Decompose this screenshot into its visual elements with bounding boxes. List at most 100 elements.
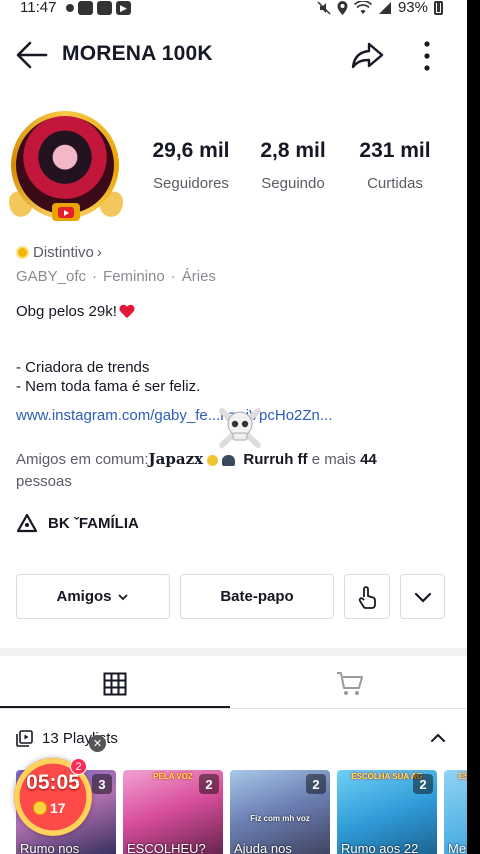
followers-label: Seguidores (153, 175, 229, 192)
playlist-count: 2 (306, 774, 326, 794)
likes-label: Curtidas (367, 175, 423, 192)
playlist-card[interactable]: ES Me (444, 770, 467, 854)
bio-line: Obg pelos 29k! (16, 303, 135, 320)
mutual-friends[interactable]: Amigos em comum:Japazx Rurruh ff e mais … (16, 448, 416, 493)
chevron-down-icon (117, 593, 128, 600)
playlist-card[interactable]: Fiz com mh voz 2 Ajuda nos (230, 770, 330, 854)
playlist-caption: Rumo aos 22 (341, 841, 419, 854)
playlist-top-text: Fiz com mh voz (250, 814, 310, 823)
bio-text: - Criadora de trends (16, 359, 150, 376)
gallery-notification-icon (78, 1, 93, 15)
tab-videos[interactable] (0, 660, 230, 708)
badge-link[interactable]: Distintivo › (16, 244, 102, 261)
notification-dot-icon (66, 4, 74, 12)
battery-icon (434, 0, 443, 15)
section-divider (0, 648, 467, 656)
playlist-caption: Me (448, 841, 467, 854)
mute-icon (317, 0, 331, 15)
playlist-count: 2 (199, 774, 219, 794)
playlist-caption: ESCOLHEU? (127, 841, 206, 854)
chevron-right-icon: › (96, 244, 102, 261)
timer-coins: 17 (33, 800, 66, 816)
close-overlay-icon[interactable]: ✕ (89, 735, 106, 752)
mutual-friend-name: Rurruh ff (243, 451, 308, 468)
profile-header: MORENA 100K (0, 30, 467, 80)
meta-separator: · (170, 268, 176, 285)
more-options-button[interactable] (413, 38, 441, 74)
bio-text: Obg pelos 29k! (16, 303, 117, 320)
mutual-friends-prefix: Amigos em comum: (16, 451, 149, 468)
following-label: Seguindo (261, 175, 325, 192)
mutual-friends-suffix: pessoas (16, 473, 72, 490)
playlist-top-text: ES (458, 772, 467, 781)
following-count: 2,8 mil (260, 139, 326, 162)
playlists-title: 13 Playlists (42, 730, 118, 747)
timer-coin-count: 17 (50, 800, 66, 816)
grid-icon (103, 672, 127, 696)
medal-icon (207, 454, 219, 466)
status-time: 11:47 (20, 0, 57, 16)
play-notification-icon: ▶ (116, 1, 131, 15)
live-badge-icon (52, 203, 80, 221)
playlist-count: 2 (413, 774, 433, 794)
poke-button[interactable] (344, 574, 390, 619)
chevron-up-icon[interactable] (428, 729, 448, 747)
group-chip[interactable]: BK ˇFAMÍLIA (16, 513, 139, 533)
coin-icon (33, 801, 47, 815)
tab-shop[interactable] (232, 660, 467, 708)
mutual-friend-name: Japazx (148, 450, 204, 468)
friends-button-label: Amigos (56, 588, 112, 605)
badge-label: Distintivo (33, 244, 94, 261)
signal-icon (378, 1, 391, 14)
cart-icon (336, 672, 363, 695)
screen-edge (467, 0, 480, 854)
likes-count: 231 mil (359, 139, 431, 162)
reward-timer-widget[interactable]: 2 05:05 17 (14, 758, 92, 836)
timer-value: 05:05 (26, 771, 80, 794)
system-icons: 93% (317, 0, 443, 16)
profile-screen: 11:47 ▶ 93% MORENA 100K 29,6 mil Seguido… (0, 0, 467, 854)
followers-stat[interactable]: 29,6 mil Seguidores (143, 139, 239, 192)
more-vertical-icon (424, 41, 430, 71)
share-button[interactable] (350, 38, 386, 74)
group-label: BK ˇFAMÍLIA (48, 514, 139, 532)
playlist-card[interactable]: PELA VOZ 2 ESCOLHEU? (123, 770, 223, 854)
username: GABY_ofc (16, 268, 87, 285)
badge-coin-icon (16, 246, 29, 259)
playlist-caption: Ajuda nos (234, 841, 292, 854)
profile-title: MORENA 100K (62, 42, 213, 65)
share-arrow-icon (351, 42, 384, 69)
followers-count: 29,6 mil (152, 139, 230, 162)
likes-stat[interactable]: 231 mil Curtidas (350, 139, 440, 192)
battery-percent: 93% (397, 0, 428, 16)
following-stat[interactable]: 2,8 mil Seguindo (250, 139, 336, 192)
location-icon (337, 0, 348, 15)
arrow-left-icon (16, 41, 48, 69)
tab-border (0, 708, 467, 709)
avatar[interactable] (3, 111, 129, 221)
skull-icon (219, 408, 261, 448)
friends-button[interactable]: Amigos (16, 574, 170, 619)
bio-lines: - Criadora de trends - Nem toda fama é s… (16, 358, 200, 396)
playlist-icon (16, 730, 33, 747)
hacker-icon (222, 454, 236, 466)
mutual-friends-count: 44 (360, 451, 377, 468)
zodiac-sign: Áries (181, 268, 216, 285)
meta-separator: · (92, 268, 98, 285)
group-chat-icon (16, 513, 38, 533)
chat-button-label: Bate-papo (220, 588, 294, 605)
expand-suggestions-button[interactable] (400, 574, 445, 619)
profile-meta: GABY_ofc · Feminino · Áries (16, 268, 216, 285)
bio-link[interactable]: www.instagram.com/gaby_fe...h=ejVpcHo2Zn… (16, 407, 332, 424)
playlist-card[interactable]: ESCOLHA SUA AG 2 Rumo aos 22 (337, 770, 437, 854)
status-bar: 11:47 ▶ 93% (0, 0, 467, 18)
hand-tap-icon (358, 585, 376, 609)
playlist-count: 3 (92, 774, 112, 794)
chat-button[interactable]: Bate-papo (180, 574, 334, 619)
wifi-icon (353, 0, 372, 14)
notification-icons: ▶ (66, 1, 131, 15)
back-button[interactable] (14, 38, 50, 72)
heart-icon (119, 305, 135, 319)
bio-text: - Nem toda fama é ser feliz. (16, 378, 201, 395)
chevron-down-icon (414, 592, 431, 603)
